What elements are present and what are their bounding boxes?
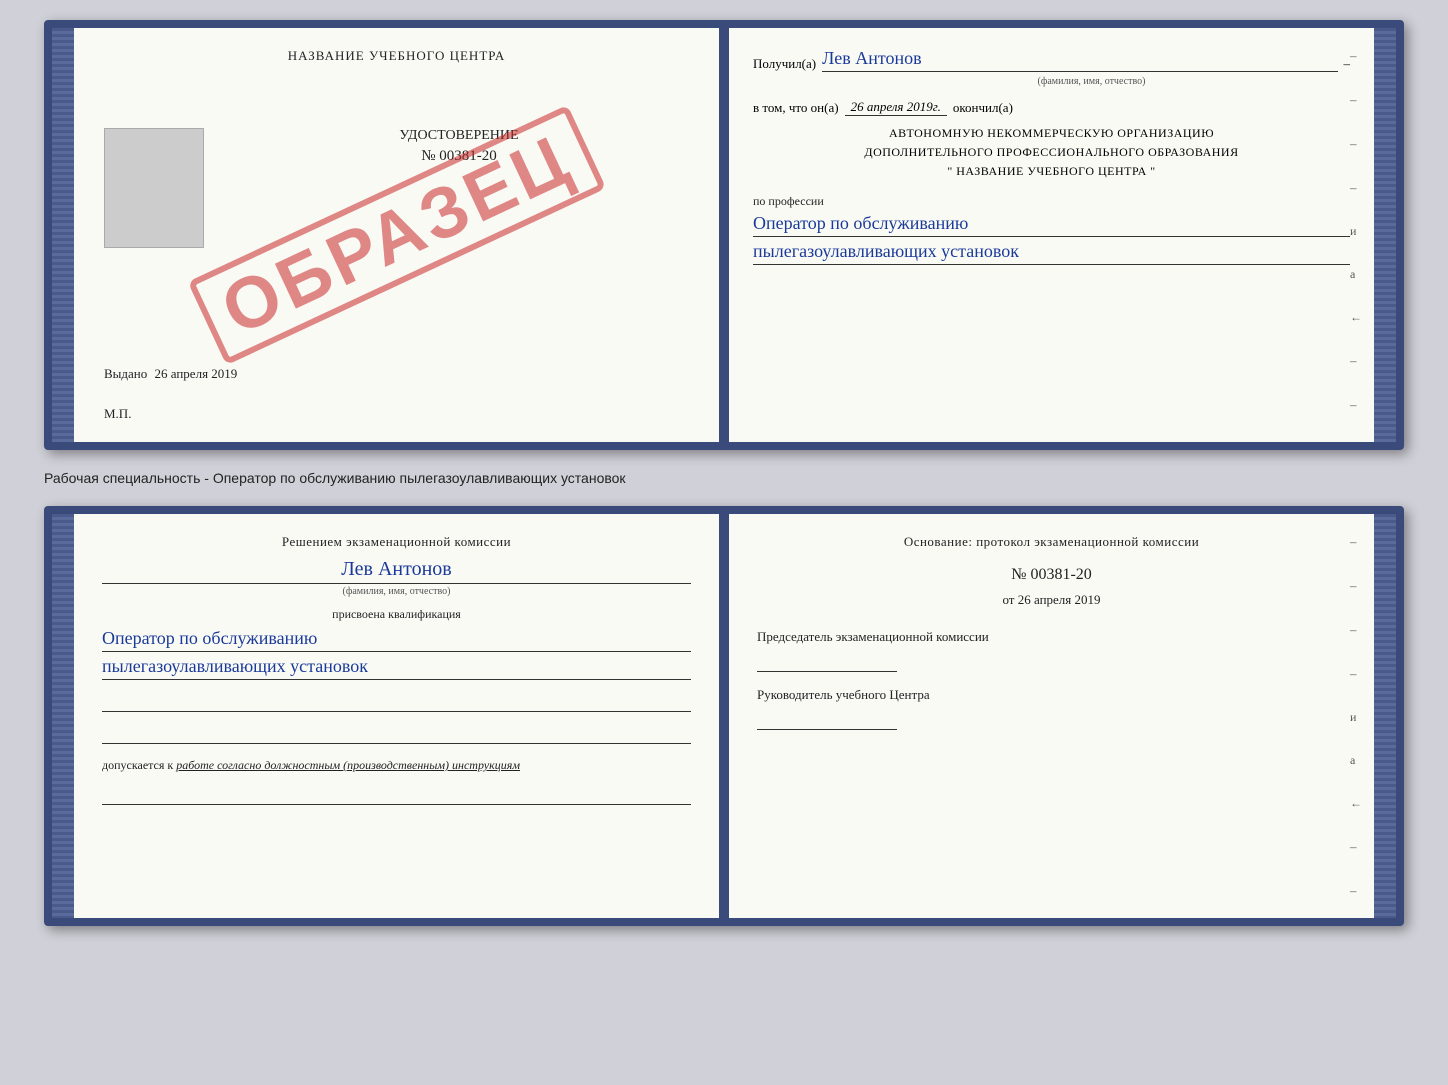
blank-line3 xyxy=(102,787,691,805)
bottom-left-page: Решением экзаменационной комиссии Лев Ан… xyxy=(74,514,719,918)
org-line1: АВТОНОМНУЮ НЕКОММЕРЧЕСКУЮ ОРГАНИЗАЦИЮ xyxy=(753,124,1350,143)
spine-right-top xyxy=(1374,28,1396,442)
cert-issued: Выдано 26 апреля 2019 xyxy=(104,366,237,382)
page-divider-top xyxy=(719,28,729,442)
cert-doc-label: УДОСТОВЕРЕНИЕ xyxy=(219,128,699,144)
org-line3: " НАЗВАНИЕ УЧЕБНОГО ЦЕНТРА " xyxy=(753,162,1350,181)
profession-line1: Оператор по обслуживанию xyxy=(753,213,1350,237)
dopuskaetsya: допускается к работе согласно должностны… xyxy=(102,758,691,773)
spine-left-bottom xyxy=(52,514,74,918)
protocol-number: № 00381-20 xyxy=(757,566,1346,584)
bottom-divider xyxy=(719,514,729,918)
top-document: НАЗВАНИЕ УЧЕБНОГО ЦЕНТРА УДОСТОВЕРЕНИЕ №… xyxy=(44,20,1404,450)
dopusk-text: работе согласно должностным (производств… xyxy=(176,758,520,772)
ot-date: от 26 апреля 2019 xyxy=(757,592,1346,608)
blank-line2 xyxy=(102,726,691,744)
right-dashes-top: – – – – и а ← – – xyxy=(1350,48,1362,413)
profession-line2: пылегазоулавливающих установок xyxy=(753,241,1350,265)
fio-label-top: (фамилия, имя, отчество) xyxy=(833,76,1350,87)
lev-name: Лев Антонов xyxy=(102,558,691,584)
top-right-page: Получил(а) Лев Антонов – (фамилия, имя, … xyxy=(729,28,1374,442)
cert-number: № 00381-20 xyxy=(219,148,699,165)
photo-placeholder xyxy=(104,128,204,248)
vtom-line: в том, что он(а) 26 апреля 2019г. окончи… xyxy=(753,99,1350,116)
cert-title: НАЗВАНИЕ УЧЕБНОГО ЦЕНТРА xyxy=(98,48,695,64)
issued-date: 26 апреля 2019 xyxy=(155,366,238,381)
po-professii-text: по профессии xyxy=(753,194,824,208)
po-professii-label: по профессии Оператор по обслуживанию пы… xyxy=(753,194,1350,265)
qual-line2: пылегазоулавливающих установок xyxy=(102,656,691,680)
komissia-title: Решением экзаменационной комиссии xyxy=(102,534,691,550)
osnovanie-title: Основание: протокол экзаменационной коми… xyxy=(757,534,1346,550)
fio-center: (фамилия, имя, отчество) xyxy=(102,586,691,597)
vtom-date: 26 апреля 2019г. xyxy=(845,99,947,116)
bottom-right-page: Основание: протокол экзаменационной коми… xyxy=(729,514,1374,918)
bottom-document: Решением экзаменационной комиссии Лев Ан… xyxy=(44,506,1404,926)
middle-label: Рабочая специальность - Оператор по обсл… xyxy=(44,466,1404,490)
ot-label: от xyxy=(1002,592,1014,607)
spine-left xyxy=(52,28,74,442)
predsedatel: Председатель экзаменационной комиссии xyxy=(757,628,1346,646)
org-line2: ДОПОЛНИТЕЛЬНОГО ПРОФЕССИОНАЛЬНОГО ОБРАЗО… xyxy=(753,143,1350,162)
vtom-okonchil: окончил(а) xyxy=(953,100,1013,116)
prisvoena: присвоена квалификация xyxy=(102,607,691,622)
right-dashes-bottom: – – – – и а ← – – xyxy=(1350,534,1362,899)
spine-right-bottom xyxy=(1374,514,1396,918)
received-line: Получил(а) Лев Антонов – xyxy=(753,48,1350,72)
ot-date-value: 26 апреля 2019 xyxy=(1018,592,1101,607)
dopusk-label: допускается к xyxy=(102,758,173,772)
org-block: АВТОНОМНУЮ НЕКОММЕРЧЕСКУЮ ОРГАНИЗАЦИЮ ДО… xyxy=(753,124,1350,182)
received-name: Лев Антонов xyxy=(822,48,1337,72)
issued-label: Выдано xyxy=(104,366,147,381)
rukovoditel: Руководитель учебного Центра xyxy=(757,686,1346,704)
predsedatel-sign-line xyxy=(757,650,897,672)
vtom-label: в том, что он(а) xyxy=(753,100,839,116)
rukovoditel-sign-line xyxy=(757,708,897,730)
mp-label: М.П. xyxy=(104,406,131,422)
qual-line1: Оператор по обслуживанию xyxy=(102,628,691,652)
received-label: Получил(а) xyxy=(753,56,816,72)
blank-line1 xyxy=(102,694,691,712)
top-left-page: НАЗВАНИЕ УЧЕБНОГО ЦЕНТРА УДОСТОВЕРЕНИЕ №… xyxy=(74,28,719,442)
